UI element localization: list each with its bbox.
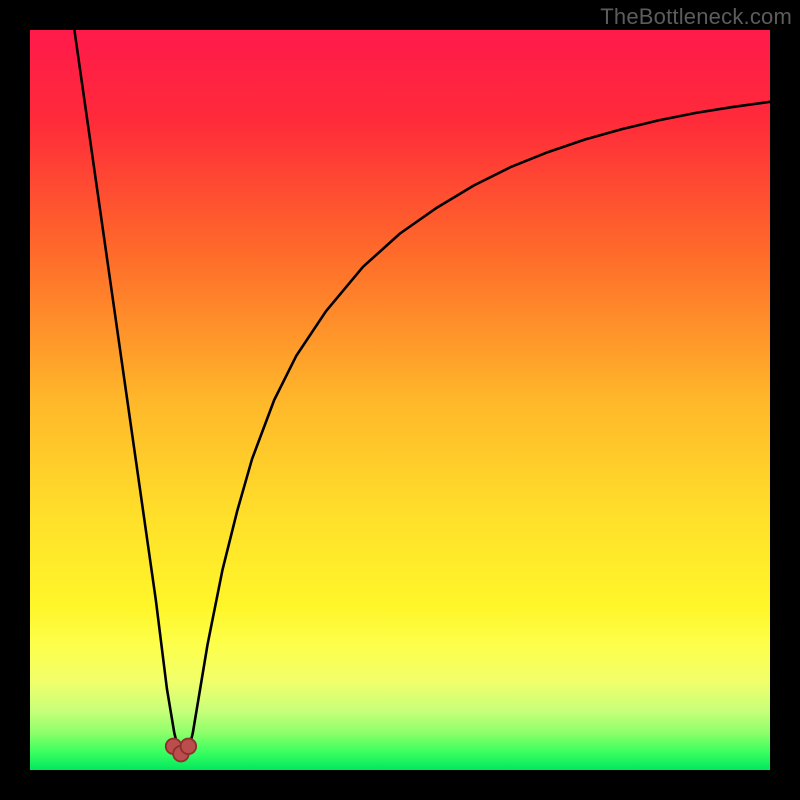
- bottleneck-curve: [30, 30, 770, 770]
- chart-frame: TheBottleneck.com: [0, 0, 800, 800]
- plot-area: [30, 30, 770, 770]
- marker-min-right: [181, 739, 197, 755]
- watermark-text: TheBottleneck.com: [600, 4, 792, 30]
